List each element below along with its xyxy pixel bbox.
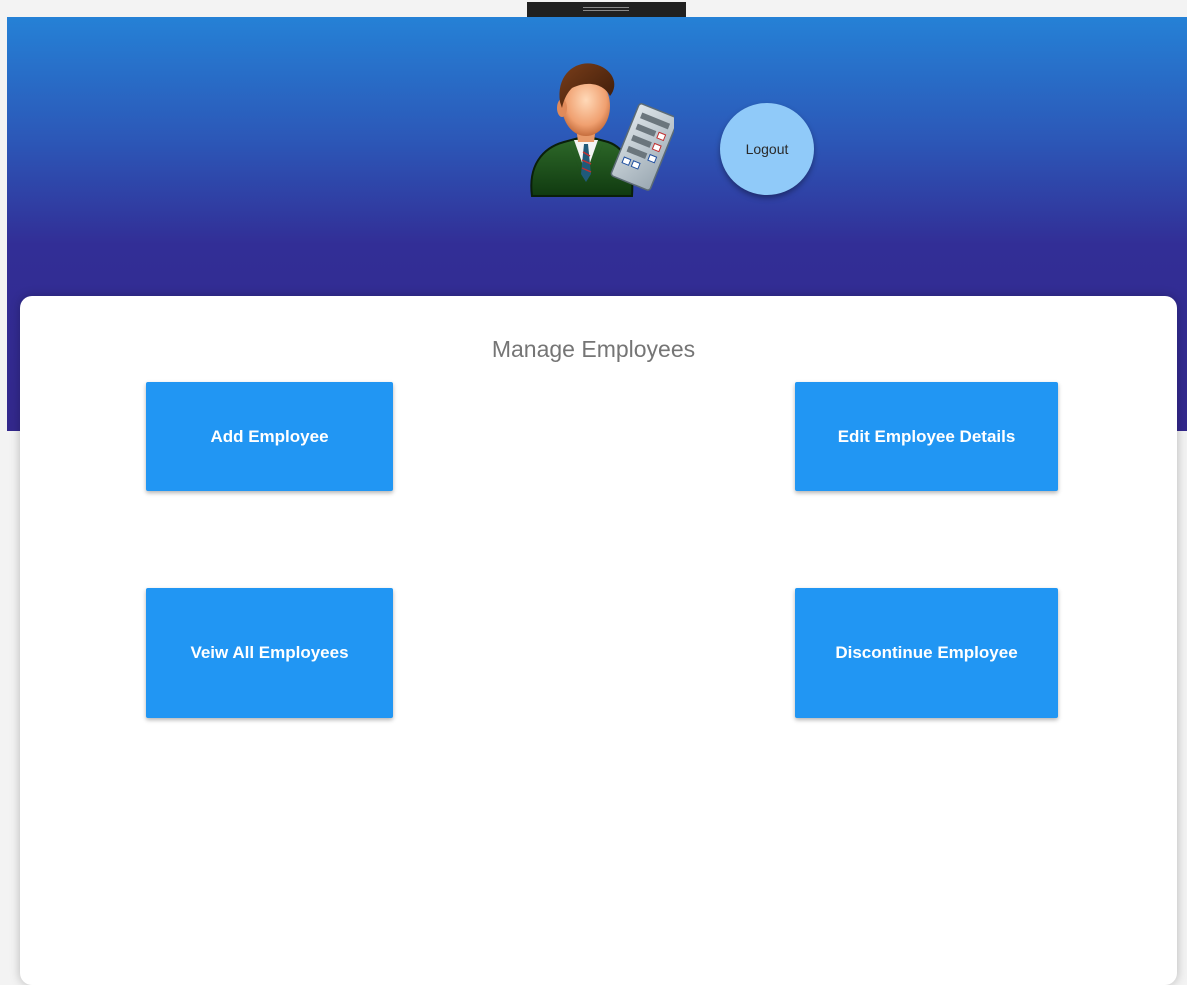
logout-button[interactable]: Logout — [720, 103, 814, 195]
add-employee-button[interactable]: Add Employee — [146, 382, 393, 491]
app-window: Logout Manage Employees Add Employee Edi… — [0, 0, 1187, 985]
window-drag-handle[interactable] — [527, 2, 686, 17]
grip-line — [583, 10, 629, 11]
card-title: Manage Employees — [491, 336, 696, 362]
grip-line — [583, 7, 629, 8]
manage-employees-card: Manage Employees Add Employee Edit Emplo… — [20, 296, 1177, 985]
view-all-employees-button[interactable]: Veiw All Employees — [146, 588, 393, 718]
edit-employee-details-button[interactable]: Edit Employee Details — [795, 382, 1058, 491]
employee-manager-icon — [530, 63, 674, 197]
discontinue-employee-button[interactable]: Discontinue Employee — [795, 588, 1058, 718]
